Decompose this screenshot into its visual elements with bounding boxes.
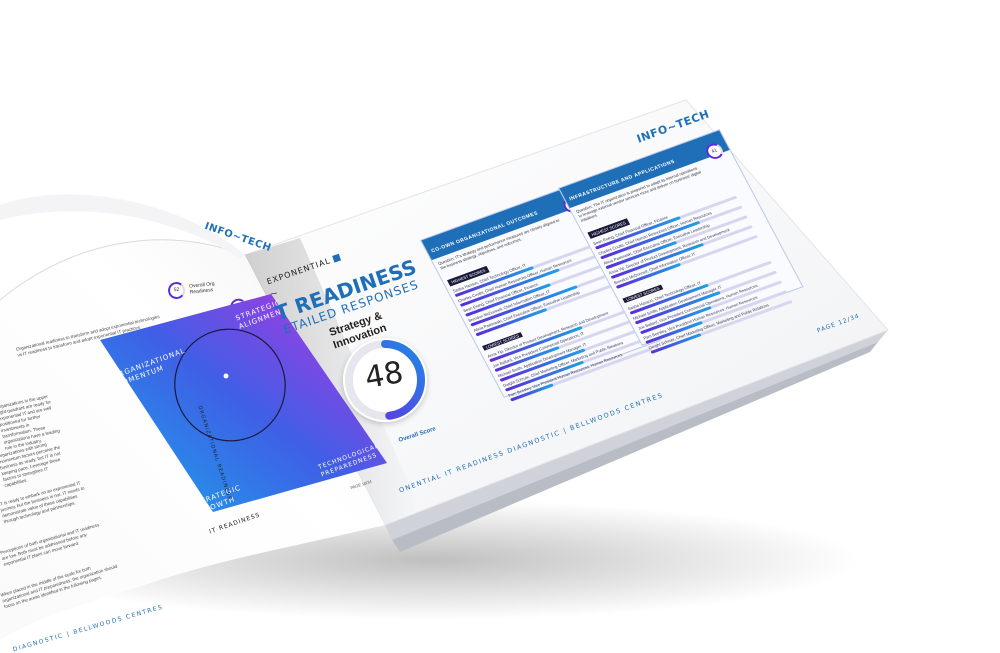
exponential-text: EXPONENTIAL bbox=[265, 256, 332, 287]
right-page-content: EXPONENTIAL T READINESS ETAILED RESPONSE… bbox=[0, 0, 1000, 640]
page-number: PAGE 12/34 bbox=[816, 312, 861, 335]
strategy-score: 48 bbox=[362, 354, 406, 397]
exponential-mark-icon bbox=[332, 253, 342, 263]
